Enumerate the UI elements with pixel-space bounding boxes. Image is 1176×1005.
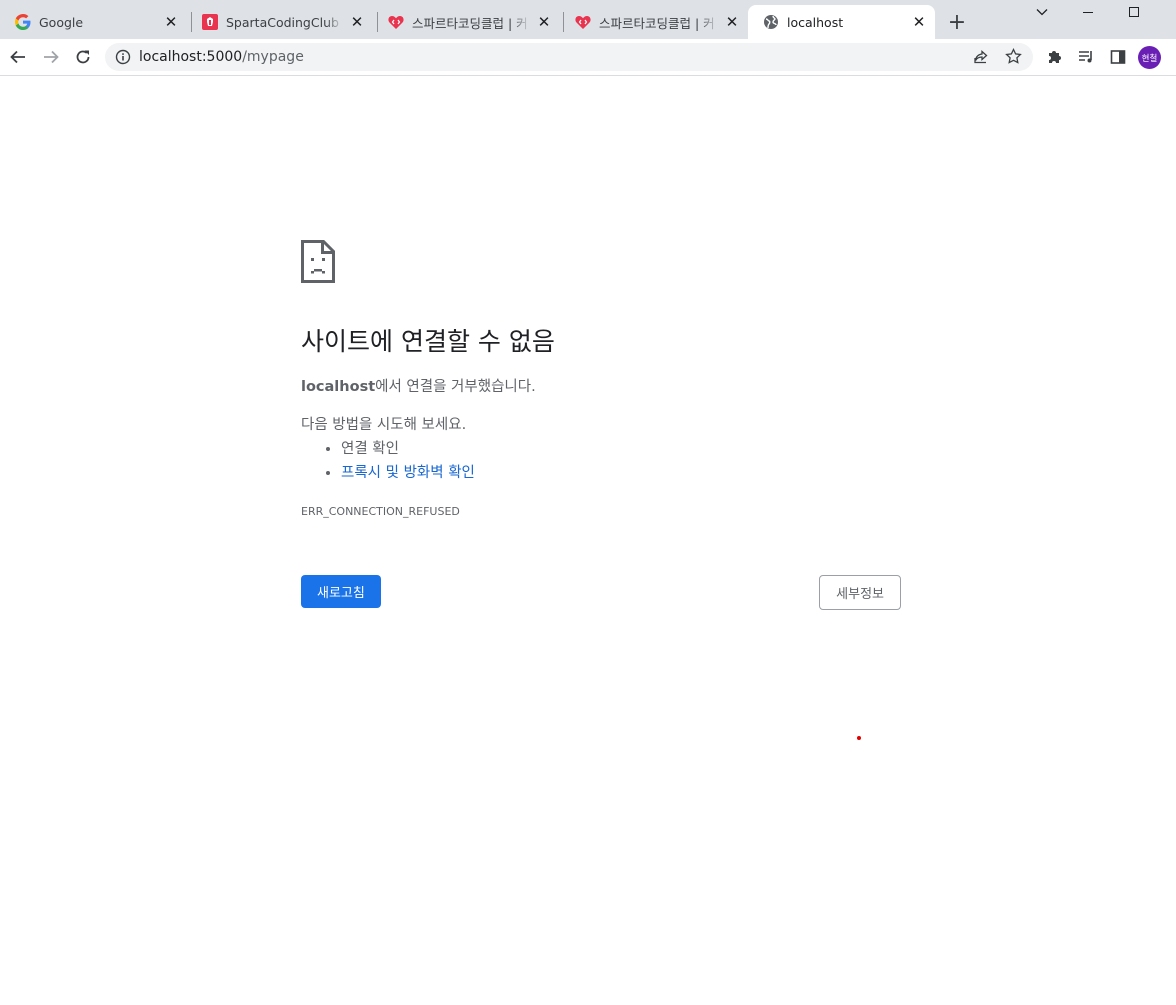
close-tab-icon[interactable]: ✕ <box>718 8 746 36</box>
error-host: localhost <box>301 379 376 395</box>
chevron-down-icon <box>1036 9 1048 16</box>
tab-strip: Google ✕ SpartaCodingClub ✕ 스파르타코딩클럽 | 커… <box>0 0 1176 39</box>
url-text[interactable]: localhost:5000/mypage <box>139 43 304 71</box>
tab-search-button[interactable] <box>1019 0 1065 24</box>
profile-avatar[interactable]: 현철 <box>1138 46 1161 69</box>
puzzle-icon <box>1048 50 1061 63</box>
close-tab-icon[interactable]: ✕ <box>343 8 371 36</box>
error-code: ERR_CONNECTION_REFUSED <box>301 505 460 518</box>
reload-icon <box>76 50 90 64</box>
details-button[interactable]: 세부정보 <box>819 575 901 610</box>
error-summary: localhost에서 연결을 거부했습니다. <box>301 377 536 397</box>
close-tab-icon[interactable]: ✕ <box>157 8 185 36</box>
tab-localhost[interactable]: localhost ✕ <box>748 5 935 39</box>
url-path: /mypage <box>242 49 304 65</box>
suggestions-heading: 다음 방법을 시도해 보세요. <box>301 417 467 433</box>
arrow-right-icon <box>44 50 59 64</box>
tab-sparta-community-1[interactable]: 스파르타코딩클럽 | 커 ✕ <box>373 5 560 39</box>
info-icon[interactable] <box>115 49 131 65</box>
side-panel-button[interactable] <box>1104 43 1132 71</box>
playlist-icon <box>1079 51 1092 63</box>
pointer-indicator <box>857 736 861 740</box>
google-icon <box>15 14 31 30</box>
forward-button[interactable] <box>37 43 65 71</box>
tab-google[interactable]: Google ✕ <box>0 5 187 39</box>
close-tab-icon[interactable]: ✕ <box>905 8 933 36</box>
tab-title: 스파르타코딩클럽 | 커 <box>412 15 528 31</box>
media-control-button[interactable] <box>1072 43 1100 71</box>
new-tab-button[interactable]: + <box>943 8 971 36</box>
maximize-button[interactable] <box>1111 0 1157 24</box>
tab-title: localhost <box>787 14 844 30</box>
back-button[interactable] <box>4 43 32 71</box>
sparta-icon <box>202 14 218 30</box>
error-summary-text: 에서 연결을 거부했습니다. <box>375 379 536 395</box>
suggestion-check-connection: 연결 확인 <box>341 437 475 461</box>
tab-spartacodingclub[interactable]: SpartaCodingClub ✕ <box>187 5 373 39</box>
reload-button[interactable] <box>69 43 97 71</box>
suggestions-list: 연결 확인 프록시 및 방화벽 확인 <box>301 437 475 485</box>
share-icon[interactable] <box>973 49 989 65</box>
browser-toolbar: localhost:5000/mypage 현철 <box>0 39 1176 76</box>
heart-code-icon <box>388 16 404 29</box>
maximize-icon <box>1129 7 1139 17</box>
side-panel-icon <box>1110 50 1126 64</box>
close-tab-icon[interactable]: ✕ <box>530 8 558 36</box>
sad-document-icon <box>301 240 335 283</box>
tab-sparta-community-2[interactable]: 스파르타코딩클럽 | 커 ✕ <box>560 5 748 39</box>
address-bar[interactable]: localhost:5000/mypage <box>105 43 1033 71</box>
minimize-icon <box>1083 12 1093 13</box>
tab-title: 스파르타코딩클럽 | 커 <box>599 15 715 31</box>
arrow-left-icon <box>10 50 25 64</box>
reload-page-button[interactable]: 새로고침 <box>301 575 381 608</box>
suggestion-check-proxy-firewall: 프록시 및 방화벽 확인 <box>341 461 475 485</box>
star-icon[interactable] <box>1005 48 1022 65</box>
suggestion-text: 연결 확인 <box>341 441 399 457</box>
tab-title: SpartaCodingClub <box>226 14 339 30</box>
proxy-firewall-link[interactable]: 프록시 및 방화벽 확인 <box>341 465 475 481</box>
error-heading: 사이트에 연결할 수 없음 <box>301 327 555 356</box>
minimize-button[interactable] <box>1065 0 1111 24</box>
url-host: localhost:5000 <box>139 49 243 65</box>
globe-icon <box>764 15 778 29</box>
extensions-button[interactable] <box>1040 43 1068 71</box>
heart-code-icon <box>575 16 591 29</box>
tab-title: Google <box>39 14 84 30</box>
